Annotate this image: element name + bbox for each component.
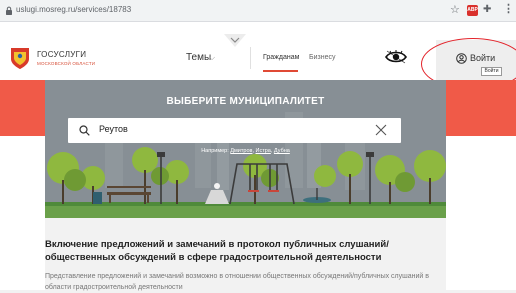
nav-business-tab[interactable]: Бизнесу [309, 54, 335, 61]
hero-title: ВЫБЕРИТЕ МУНИЦИПАЛИТЕТ [166, 96, 325, 107]
hint-link-dubna[interactable]: Дубна [274, 148, 290, 154]
service-title: Включение предложений и замечаний в прот… [45, 239, 389, 263]
lock-icon [6, 6, 12, 15]
adblock-icon[interactable]: ABP [467, 5, 478, 16]
active-tab-indicator [263, 70, 298, 72]
more-vert-icon[interactable]: ⋮ [503, 2, 514, 16]
search-hint: Например: Дмитров, Истра, Дубна [201, 148, 290, 154]
nav-citizens-tab[interactable]: Гражданам [263, 54, 299, 61]
puzzle-icon[interactable]: ✚ [483, 3, 491, 17]
close-icon[interactable] [375, 124, 387, 136]
nav-topics[interactable]: Темы [186, 52, 211, 63]
chevron-down-icon[interactable] [224, 34, 246, 48]
logo-title[interactable]: ГОСУСЛУГИ [37, 50, 86, 59]
search-icon [79, 125, 90, 136]
browser-toolbar: uslugi.mosreg.ru/services/18783 ☆ ABP ✚ … [0, 0, 516, 22]
chevron-down-icon: ⌵ [209, 53, 216, 62]
logo-emblem-icon[interactable] [9, 46, 31, 70]
logo-subtitle: МОСКОВСКОЙ ОБЛАСТИ [37, 61, 96, 66]
page-margin-right [446, 136, 516, 290]
nav-divider [250, 47, 251, 69]
page-margin-left [0, 136, 45, 290]
accessibility-eye-icon[interactable] [385, 50, 407, 64]
search-value[interactable]: Реутов [99, 124, 128, 134]
hint-link-istra[interactable]: Истра [256, 148, 271, 154]
address-bar[interactable]: uslugi.mosreg.ru/services/18783 [16, 5, 131, 14]
hint-link-dmitrov[interactable]: Дмитров [230, 148, 252, 154]
hint-prefix: Например: [201, 148, 229, 154]
star-icon[interactable]: ☆ [450, 3, 460, 17]
